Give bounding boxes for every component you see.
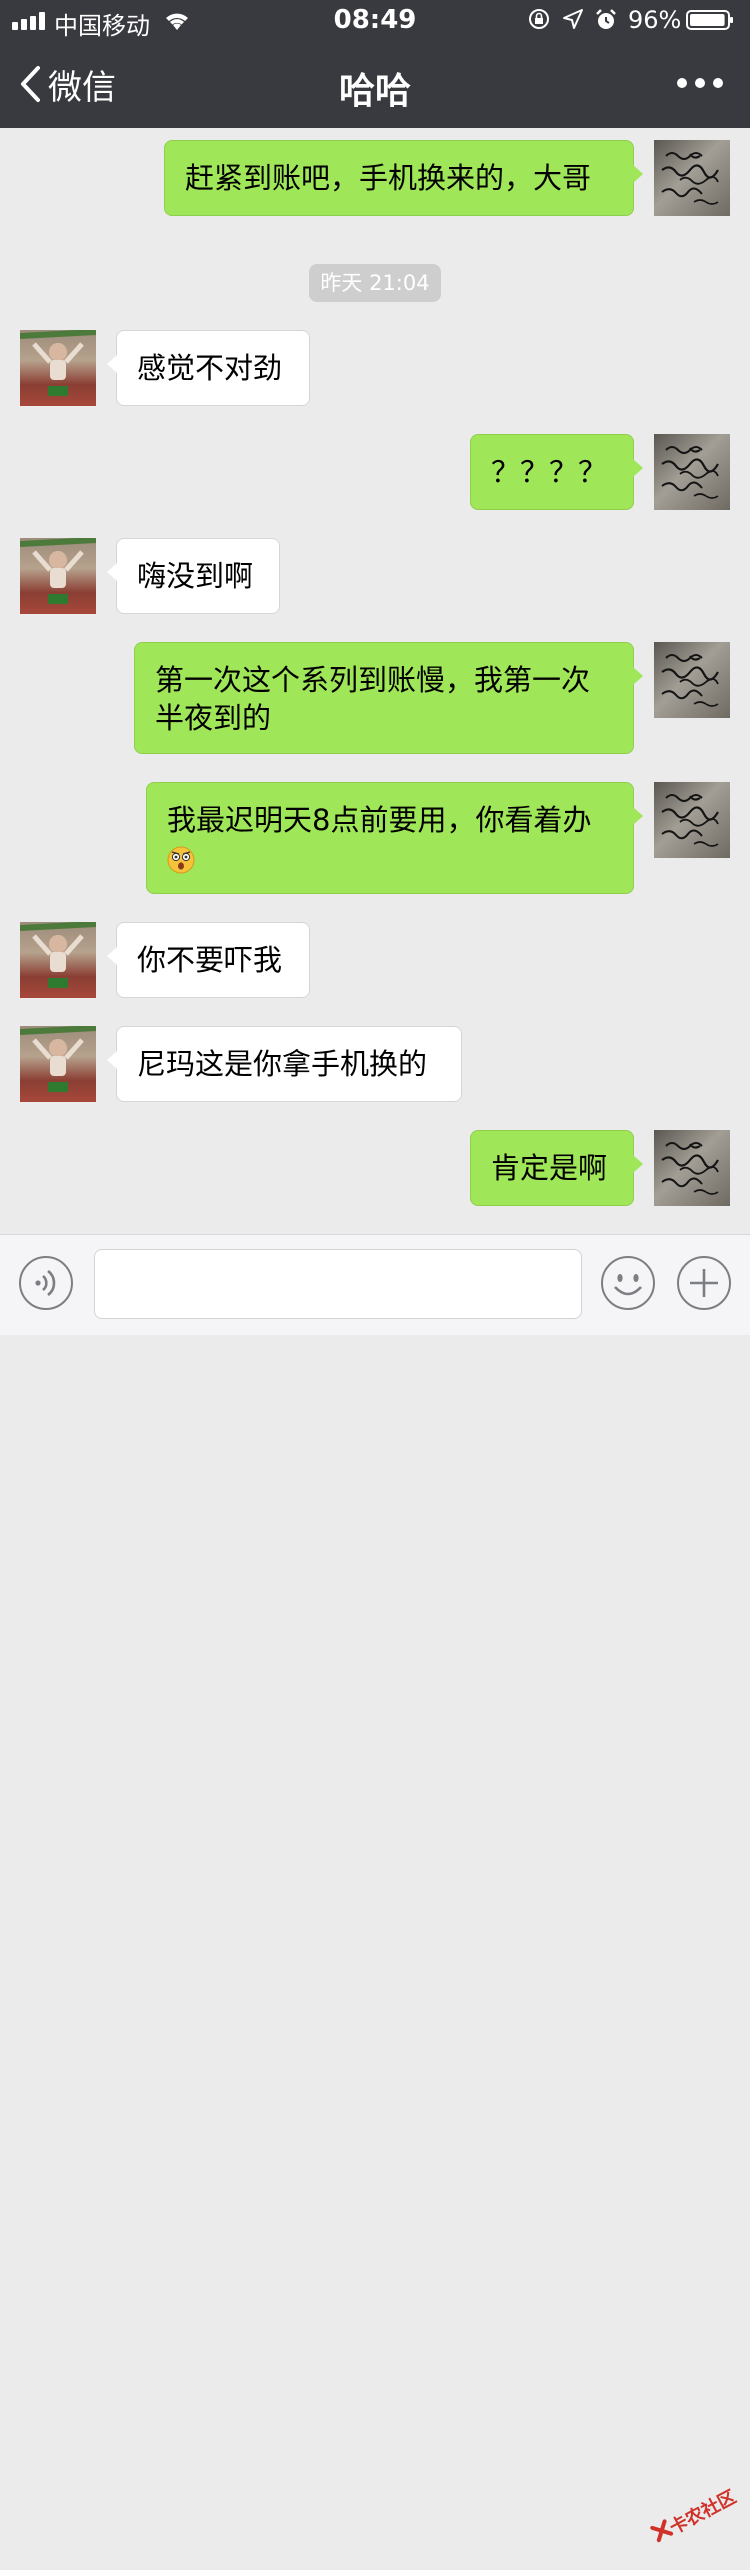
handwriting-avatar-image bbox=[661, 794, 719, 847]
more-icon[interactable] bbox=[674, 68, 726, 98]
orientation-lock-icon bbox=[529, 9, 549, 29]
message-list[interactable]: 赶紧到账吧，手机换来的，大哥 昨天 21:04 感觉不对劲 ？？？？ 嗨没到啊 … bbox=[0, 128, 750, 1234]
message-bubble-received[interactable]: 你不要吓我 bbox=[107, 922, 310, 998]
battery-icon bbox=[686, 10, 733, 30]
message-bubble-sent[interactable]: ？？？？ bbox=[470, 434, 643, 510]
my-avatar[interactable] bbox=[654, 1130, 730, 1206]
message-bubble-received[interactable]: 感觉不对劲 bbox=[107, 330, 310, 406]
message-text: 尼玛这是你拿手机换的 bbox=[137, 1047, 428, 1081]
message-text: 赶紧到账吧，手机换来的，大哥 bbox=[185, 161, 592, 195]
handwriting-avatar-image bbox=[661, 1142, 719, 1195]
handwriting-avatar-image bbox=[661, 446, 719, 499]
message-text: 你不要吓我 bbox=[137, 943, 283, 977]
message-text: ？？？？ bbox=[491, 455, 608, 489]
message-text-line-1: 第一次这个系列到账慢，我第一次 bbox=[155, 663, 591, 697]
input-toolbar: 卡农社区 bbox=[0, 1234, 750, 2543]
my-avatar[interactable] bbox=[654, 782, 730, 858]
contact-avatar[interactable] bbox=[20, 1026, 96, 1102]
my-avatar[interactable] bbox=[654, 434, 730, 510]
watermark: 卡农社区 bbox=[637, 2462, 750, 2570]
my-avatar[interactable] bbox=[654, 642, 730, 718]
message-bubble-sent[interactable]: 肯定是啊 bbox=[470, 1130, 643, 1206]
handwriting-avatar-image bbox=[661, 654, 719, 707]
chat-title: 哈哈 bbox=[338, 71, 411, 112]
astonished-emoji-icon bbox=[167, 846, 195, 874]
message-text: 感觉不对劲 bbox=[137, 351, 283, 385]
contact-avatar-image bbox=[20, 1026, 96, 1092]
my-avatar[interactable] bbox=[654, 140, 730, 216]
message-bubble-sent[interactable]: 赶紧到账吧，手机换来的，大哥 bbox=[164, 140, 643, 216]
plus-icon[interactable] bbox=[676, 1255, 732, 1311]
message-bubble-sent[interactable]: 第一次这个系列到账慢，我第一次 半夜到的 bbox=[134, 642, 643, 754]
contact-avatar-image bbox=[20, 330, 96, 396]
status-bar: 中国移动 08:49 96% bbox=[0, 0, 750, 40]
message-bubble-sent[interactable]: 我最迟明天8点前要用，你看着办 bbox=[146, 782, 643, 894]
nav-bar: 微信 哈哈 bbox=[0, 40, 750, 128]
message-bubble-received[interactable]: 嗨没到啊 bbox=[107, 538, 280, 614]
alarm-icon bbox=[596, 9, 616, 29]
contact-avatar[interactable] bbox=[20, 922, 96, 998]
battery-percent: 96% bbox=[628, 6, 682, 34]
location-icon bbox=[563, 9, 583, 29]
message-text: 嗨没到啊 bbox=[137, 559, 254, 593]
watermark-text: 卡农社区 bbox=[666, 2486, 740, 2539]
message-input[interactable] bbox=[94, 1249, 582, 1319]
contact-avatar[interactable] bbox=[20, 330, 96, 406]
contact-avatar[interactable] bbox=[20, 538, 96, 614]
message-text: 肯定是啊 bbox=[491, 1151, 608, 1185]
voice-icon[interactable] bbox=[18, 1255, 74, 1311]
message-text-line-2: 半夜到的 bbox=[155, 701, 272, 735]
contact-avatar-image bbox=[20, 538, 96, 604]
message-text: 我最迟明天8点前要用，你看着办 bbox=[167, 803, 592, 837]
timestamp-label: 昨天 21:04 bbox=[309, 264, 441, 302]
handwriting-avatar-image bbox=[661, 152, 719, 205]
emoji-icon[interactable] bbox=[600, 1255, 656, 1311]
contact-avatar-image bbox=[20, 922, 96, 988]
message-bubble-received[interactable]: 尼玛这是你拿手机换的 bbox=[107, 1026, 462, 1102]
